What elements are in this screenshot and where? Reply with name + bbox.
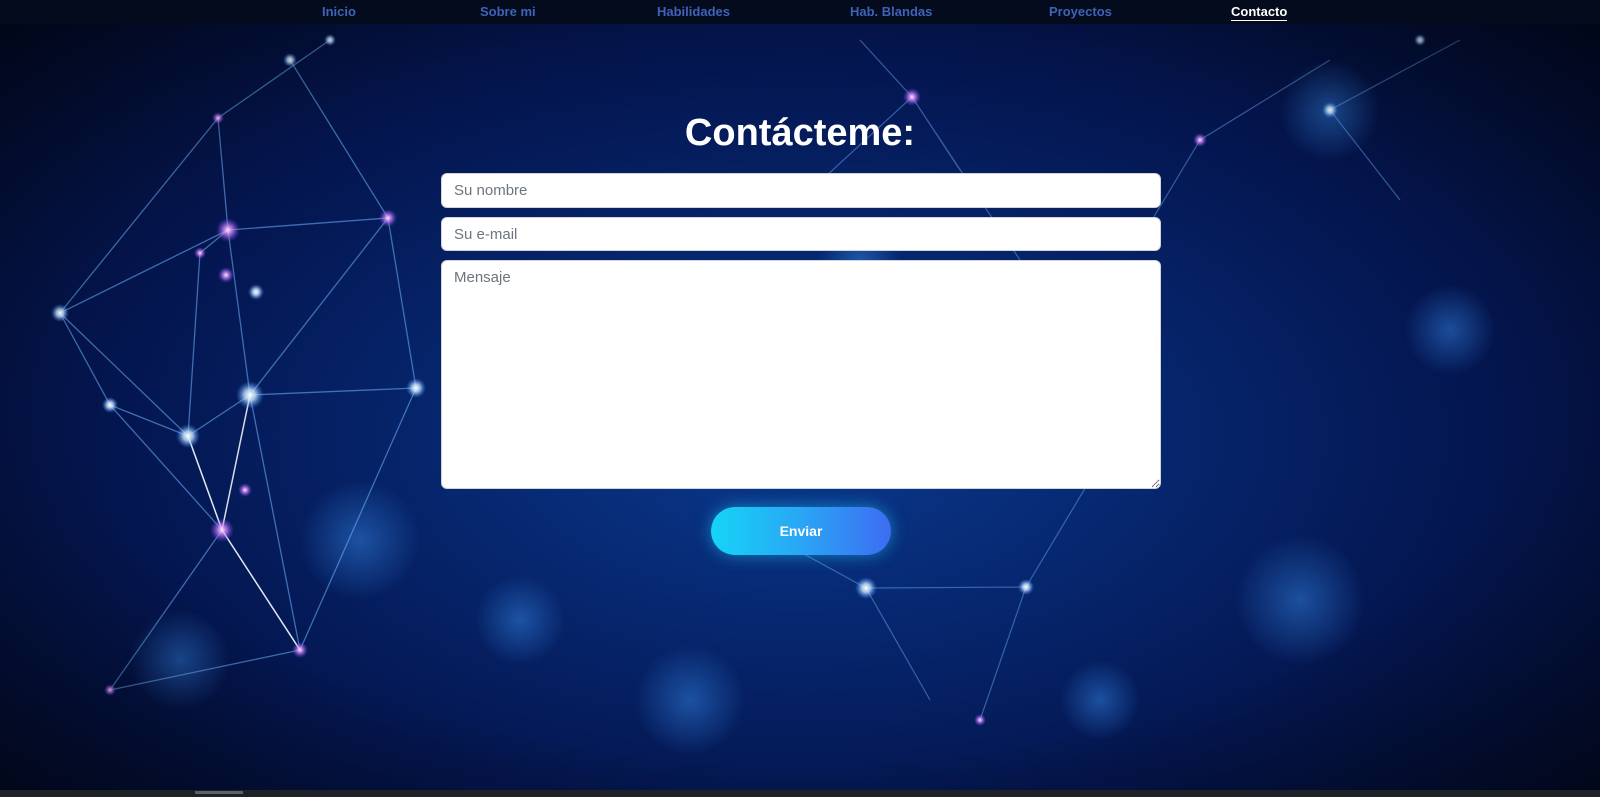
nav-link-sobre-mi[interactable]: Sobre mi — [480, 4, 536, 19]
top-navbar: Inicio Sobre mi Habilidades Hab. Blandas… — [0, 0, 1600, 24]
nav-link-hab-blandas[interactable]: Hab. Blandas — [850, 4, 932, 19]
nav-link-inicio[interactable]: Inicio — [322, 4, 356, 19]
contact-title: Contácteme: — [684, 112, 916, 154]
email-field[interactable] — [441, 217, 1161, 251]
message-textarea[interactable] — [441, 260, 1161, 489]
horizontal-scrollbar[interactable] — [0, 790, 1600, 797]
nav-link-contacto[interactable]: Contacto — [1231, 4, 1288, 21]
nav-link-habilidades[interactable]: Habilidades — [657, 4, 730, 19]
nav-link-proyectos[interactable]: Proyectos — [1049, 4, 1112, 19]
scrollbar-thumb[interactable] — [195, 791, 243, 794]
send-button[interactable]: Enviar — [711, 507, 891, 555]
name-field[interactable] — [441, 173, 1161, 208]
